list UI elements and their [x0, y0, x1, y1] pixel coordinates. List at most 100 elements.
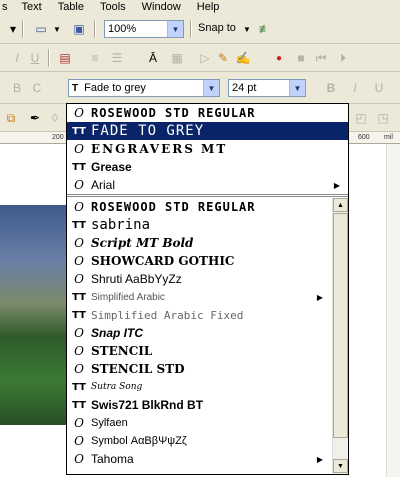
shapes-icon[interactable]: ⧉	[2, 109, 20, 127]
text-frame-icon[interactable]: Ā	[144, 49, 162, 67]
font-list-item[interactable]: O Arial ▶	[67, 176, 348, 194]
font-list-item[interactable]: O ENGRAVERS MT	[67, 140, 348, 158]
menu-item-help[interactable]: Help	[197, 1, 220, 13]
font-list-item[interactable]: TT sabrina	[67, 216, 331, 234]
underline-icon[interactable]: U	[26, 49, 44, 67]
standard-toolbar: ▾ ▭ ▼ ▣ 100% ▼ Snap to ▼ ≢	[0, 14, 400, 44]
font-list-item[interactable]: O Script MT Bold	[67, 234, 331, 252]
font-size-combo[interactable]: 24 pt ▼	[228, 79, 306, 97]
toolbar-separator	[190, 20, 192, 38]
align-icon[interactable]: ≡	[86, 49, 104, 67]
font-size-value: 24 pt	[232, 82, 257, 94]
font-list-scrollbar[interactable]: ▲ ▼	[332, 198, 348, 474]
font-name: STENCIL	[91, 344, 153, 358]
truetype-icon: TT	[72, 161, 86, 173]
stop-icon[interactable]: ■	[292, 49, 310, 67]
highlight-icon[interactable]: ▤	[56, 49, 74, 67]
ruler-label: 600	[358, 134, 370, 141]
chevron-down-icon[interactable]: ▼	[167, 21, 183, 37]
font-list-item[interactable]: O ROSEWOOD STD REGULAR	[67, 198, 331, 216]
font-name: Symbol ΑαΒβΨψΖζ	[91, 435, 187, 447]
opentype-icon: O	[74, 344, 84, 358]
view-icon[interactable]: ▣	[70, 20, 88, 38]
step-icon[interactable]: ⏵	[334, 49, 352, 67]
font-list-item[interactable]: TT Simplified Arabic ▶	[67, 288, 331, 306]
menu-item-partial[interactable]: s	[2, 1, 8, 13]
text-style-icon[interactable]: B	[8, 79, 26, 97]
zoom-value: 100%	[108, 23, 137, 35]
font-name: ENGRAVERS MT	[91, 142, 228, 156]
truetype-icon: T	[72, 82, 79, 94]
font-list-item[interactable]: TT Sutra Song	[67, 378, 331, 396]
truetype-icon: TT	[72, 381, 86, 393]
ruler-label: mil	[384, 134, 393, 141]
truetype-icon: TT	[72, 125, 86, 137]
font-list-item[interactable]: O Snap ITC	[67, 324, 331, 342]
play-icon[interactable]: ▷	[196, 49, 214, 67]
font-name: Arial	[91, 178, 116, 192]
dropdown-arrow-icon[interactable]: ▼	[48, 20, 66, 38]
font-list-item[interactable]: O Tahoma ▶	[67, 450, 331, 468]
submenu-arrow-icon: ▶	[316, 454, 323, 464]
scroll-thumb[interactable]	[333, 213, 348, 438]
snap-grid-icon[interactable]: ≢	[256, 20, 274, 38]
bold-icon[interactable]: B	[322, 79, 340, 97]
chevron-down-icon[interactable]: ▼	[238, 20, 256, 38]
font-list-item[interactable]: O STENCIL	[67, 342, 331, 360]
menu-item-tools[interactable]: Tools	[100, 1, 126, 13]
opentype-icon: O	[74, 236, 84, 250]
font-list-item[interactable]: TT Grease	[67, 158, 348, 176]
font-list-item[interactable]: O Shruti AaBbYyZz	[67, 270, 331, 288]
menu-item-table[interactable]: Table	[58, 1, 84, 13]
fill-icon[interactable]: ◊	[46, 109, 64, 127]
scroll-up-icon[interactable]: ▲	[333, 198, 348, 212]
scroll-down-icon[interactable]: ▼	[333, 459, 348, 473]
tool-icon[interactable]: ◰	[352, 109, 370, 127]
font-name: FADE TO GREY	[91, 123, 205, 139]
font-name: Simplified Arabic Fixed	[91, 308, 244, 322]
tool-icon[interactable]: ◳	[374, 109, 392, 127]
toolbar-icon[interactable]: ▾	[4, 20, 22, 38]
font-list-item[interactable]: TT Simplified Arabic Fixed	[67, 306, 331, 324]
truetype-icon: TT	[72, 309, 86, 321]
opentype-icon: O	[74, 106, 84, 120]
menu-bar: s Text Table Tools Window Help	[0, 0, 400, 14]
italic-icon[interactable]: I	[346, 79, 364, 97]
document-scrollbar[interactable]	[386, 144, 400, 477]
font-name: Grease	[91, 160, 132, 174]
font-name: Tahoma	[91, 452, 134, 466]
record-icon[interactable]: ●	[270, 49, 288, 67]
underline-icon[interactable]: U	[370, 79, 388, 97]
edit-icon[interactable]: ✍	[234, 49, 252, 67]
chevron-down-icon[interactable]: ▼	[289, 80, 305, 96]
font-list-item[interactable]: O Sylfaen	[67, 414, 331, 432]
arrange-icon[interactable]: ▦	[168, 49, 186, 67]
menu-item-window[interactable]: Window	[142, 1, 181, 13]
font-list-item-selected[interactable]: TT FADE TO GREY	[67, 122, 348, 140]
font-name: ROSEWOOD STD REGULAR	[91, 106, 256, 120]
menu-item-text[interactable]: Text	[22, 1, 42, 13]
font-list-item[interactable]: O STENCIL STD	[67, 360, 331, 378]
italic-icon[interactable]: I	[8, 49, 26, 67]
step-back-icon[interactable]: ⏮	[312, 49, 330, 67]
list-icon[interactable]: ☰	[108, 49, 126, 67]
font-name: Sylfaen	[91, 417, 128, 429]
truetype-icon: TT	[72, 291, 86, 303]
zoom-combo[interactable]: 100% ▼	[104, 20, 184, 38]
font-name-combo[interactable]: T Fade to grey ▼	[68, 79, 220, 97]
toolbar-separator	[94, 20, 96, 38]
font-list-item[interactable]: TT Swis721 BlkRnd BT	[67, 396, 331, 414]
font-list-item[interactable]: O SHOWCARD GOTHIC	[67, 252, 331, 270]
opentype-icon: O	[74, 200, 84, 214]
stadium-photo[interactable]	[0, 205, 68, 425]
strike-icon[interactable]: C	[28, 79, 46, 97]
font-list-item[interactable]: O ROSEWOOD STD REGULAR	[67, 104, 348, 122]
opentype-icon: O	[74, 272, 84, 286]
truetype-icon: TT	[72, 219, 86, 231]
chevron-down-icon[interactable]: ▼	[203, 80, 219, 96]
pen-icon[interactable]: ✎	[214, 49, 232, 67]
snap-to-label[interactable]: Snap to	[198, 22, 236, 34]
font-list-item[interactable]: O Symbol ΑαΒβΨψΖζ	[67, 432, 331, 450]
eyedropper-icon[interactable]: ✒	[26, 109, 44, 127]
toolbar-separator	[48, 49, 50, 67]
